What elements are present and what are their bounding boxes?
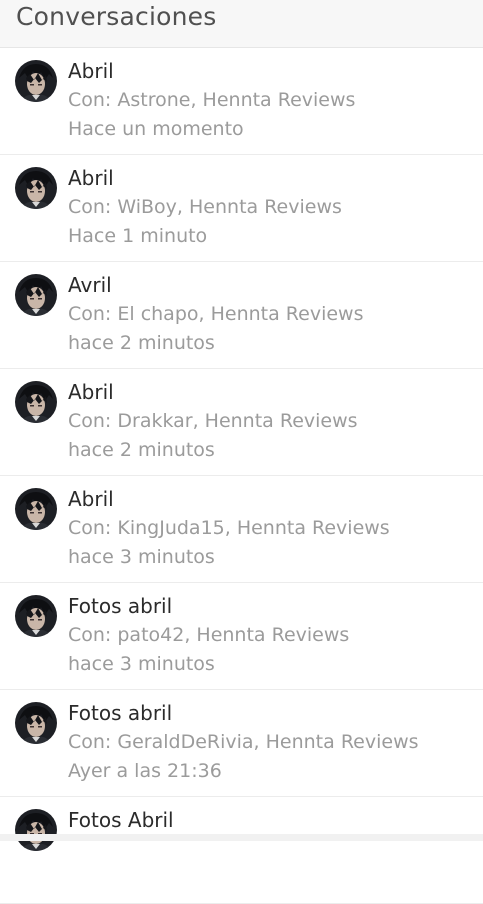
avatar[interactable] [15, 702, 57, 744]
avatar[interactable] [15, 809, 57, 851]
conversation-list: Abril Con: Astrone, Hennta Reviews Hace … [0, 48, 483, 904]
conversation-title: Fotos abril [68, 701, 173, 725]
user-avatar-icon [15, 809, 57, 851]
conversation-participants: Con: GeraldDeRivia, Hennta Reviews [68, 731, 419, 753]
conversation-timestamp: Hace 1 minuto [68, 225, 208, 247]
conversation-title: Abril [68, 166, 114, 190]
avatar[interactable] [15, 60, 57, 102]
conversation-item[interactable]: Fotos Abril [0, 797, 483, 904]
conversation-timestamp: hace 2 minutos [68, 332, 215, 354]
conversation-item[interactable]: Fotos abril Con: GeraldDeRivia, Hennta R… [0, 690, 483, 797]
conversation-item[interactable]: Abril Con: KingJuda15, Hennta Reviews ha… [0, 476, 483, 583]
conversation-item[interactable]: Fotos abril Con: pato42, Hennta Reviews … [0, 583, 483, 690]
conversation-timestamp: hace 2 minutos [68, 439, 215, 461]
conversation-participants: Con: KingJuda15, Hennta Reviews [68, 517, 390, 539]
app-header: Conversaciones [0, 0, 483, 48]
avatar[interactable] [15, 167, 57, 209]
user-avatar-icon [15, 60, 57, 102]
conversation-participants: Con: Drakkar, Hennta Reviews [68, 410, 358, 432]
avatar[interactable] [15, 595, 57, 637]
conversation-title: Fotos Abril [68, 808, 174, 832]
conversation-timestamp: Ayer a las 21:36 [68, 760, 222, 782]
user-avatar-icon [15, 595, 57, 637]
conversation-timestamp: hace 3 minutos [68, 546, 215, 568]
conversation-title: Avril [68, 273, 112, 297]
user-avatar-icon [15, 274, 57, 316]
user-avatar-icon [15, 167, 57, 209]
avatar[interactable] [15, 381, 57, 423]
conversation-item[interactable]: Abril Con: Drakkar, Hennta Reviews hace … [0, 369, 483, 476]
conversation-timestamp: hace 3 minutos [68, 653, 215, 675]
conversation-item[interactable]: Avril Con: El chapo, Hennta Reviews hace… [0, 262, 483, 369]
bottom-edge-bar [0, 834, 483, 841]
page-title: Conversaciones [16, 2, 217, 31]
conversation-participants: Con: WiBoy, Hennta Reviews [68, 196, 342, 218]
conversation-timestamp: Hace un momento [68, 118, 244, 140]
conversation-participants: Con: Astrone, Hennta Reviews [68, 89, 356, 111]
avatar[interactable] [15, 488, 57, 530]
conversation-participants: Con: pato42, Hennta Reviews [68, 624, 350, 646]
conversation-title: Abril [68, 487, 114, 511]
conversation-participants: Con: El chapo, Hennta Reviews [68, 303, 364, 325]
user-avatar-icon [15, 381, 57, 423]
user-avatar-icon [15, 488, 57, 530]
conversation-title: Abril [68, 59, 114, 83]
conversation-title: Fotos abril [68, 594, 173, 618]
conversation-item[interactable]: Abril Con: WiBoy, Hennta Reviews Hace 1 … [0, 155, 483, 262]
avatar[interactable] [15, 274, 57, 316]
user-avatar-icon [15, 702, 57, 744]
conversation-item[interactable]: Abril Con: Astrone, Hennta Reviews Hace … [0, 48, 483, 155]
conversation-title: Abril [68, 380, 114, 404]
